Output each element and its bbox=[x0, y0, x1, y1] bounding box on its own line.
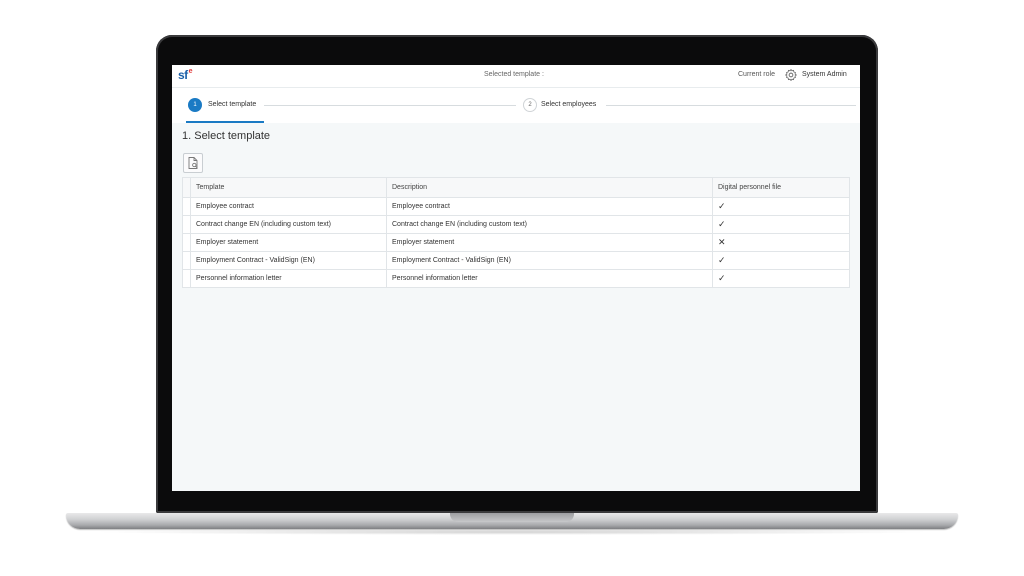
active-step-underline bbox=[186, 121, 264, 123]
row-selector[interactable] bbox=[182, 251, 191, 270]
row-selector[interactable] bbox=[182, 233, 191, 252]
logo-text: sf bbox=[178, 68, 188, 82]
app-screen: sfe Selected template : Current role Sys… bbox=[172, 65, 860, 491]
description-cell: Employment Contract - ValidSign (EN) bbox=[386, 251, 713, 270]
laptop-notch bbox=[450, 513, 574, 522]
step-1-label[interactable]: Select template bbox=[208, 101, 256, 108]
description-cell: Contract change EN (including custom tex… bbox=[386, 215, 713, 234]
template-cell: Contract change EN (including custom tex… bbox=[190, 215, 387, 234]
step-1-indicator[interactable]: 1 bbox=[188, 98, 202, 112]
step-2-indicator[interactable]: 2 bbox=[523, 98, 537, 112]
table-row[interactable]: Contract change EN (including custom tex… bbox=[182, 215, 850, 234]
app-logo[interactable]: sfe bbox=[178, 68, 193, 82]
row-selector[interactable] bbox=[182, 269, 191, 288]
column-header-template[interactable]: Template bbox=[190, 177, 387, 198]
template-cell: Personnel information letter bbox=[190, 269, 387, 288]
step-2-label[interactable]: Select employees bbox=[541, 101, 596, 108]
row-selector[interactable] bbox=[182, 197, 191, 216]
description-cell: Personnel information letter bbox=[386, 269, 713, 288]
gear-icon[interactable] bbox=[784, 68, 798, 82]
column-header-digital-personnel-file[interactable]: Digital personnel file bbox=[712, 177, 850, 198]
cross-icon: ✕ bbox=[718, 237, 726, 247]
table-row[interactable]: Employer statement Employer statement ✕ bbox=[182, 233, 850, 252]
check-icon: ✓ bbox=[718, 273, 726, 283]
selected-template-label: Selected template : bbox=[484, 71, 544, 78]
preview-template-button[interactable] bbox=[183, 153, 203, 173]
description-cell: Employee contract bbox=[386, 197, 713, 216]
laptop-shadow bbox=[90, 529, 934, 535]
current-role-label: Current role bbox=[738, 71, 775, 78]
description-cell: Employer statement bbox=[386, 233, 713, 252]
digital-file-cell: ✓ bbox=[712, 269, 850, 288]
page-title: 1. Select template bbox=[182, 130, 271, 142]
document-search-icon bbox=[188, 157, 198, 169]
row-selector[interactable] bbox=[182, 215, 191, 234]
step-connector bbox=[264, 105, 516, 106]
digital-file-cell: ✓ bbox=[712, 197, 850, 216]
digital-file-cell: ✕ bbox=[712, 233, 850, 252]
wizard-stepper: 1 Select template 2 Select employees bbox=[172, 88, 860, 123]
check-icon: ✓ bbox=[718, 255, 726, 265]
select-column-header[interactable] bbox=[182, 177, 191, 198]
digital-file-cell: ✓ bbox=[712, 251, 850, 270]
table-row[interactable]: Personnel information letter Personnel i… bbox=[182, 269, 850, 288]
digital-file-cell: ✓ bbox=[712, 215, 850, 234]
table-row[interactable]: Employment Contract - ValidSign (EN) Emp… bbox=[182, 251, 850, 270]
check-icon: ✓ bbox=[718, 219, 726, 229]
check-icon: ✓ bbox=[718, 201, 726, 211]
table-row[interactable]: Employee contract Employee contract ✓ bbox=[182, 197, 850, 216]
template-cell: Employer statement bbox=[190, 233, 387, 252]
role-value[interactable]: System Admin bbox=[802, 71, 847, 78]
templates-table: Template Description Digital personnel f… bbox=[182, 177, 850, 288]
column-header-description[interactable]: Description bbox=[386, 177, 713, 198]
template-cell: Employment Contract - ValidSign (EN) bbox=[190, 251, 387, 270]
logo-sup: e bbox=[188, 68, 193, 75]
app-header: sfe Selected template : Current role Sys… bbox=[172, 65, 860, 88]
table-header-row: Template Description Digital personnel f… bbox=[182, 177, 850, 198]
step-connector bbox=[606, 105, 856, 106]
template-cell: Employee contract bbox=[190, 197, 387, 216]
